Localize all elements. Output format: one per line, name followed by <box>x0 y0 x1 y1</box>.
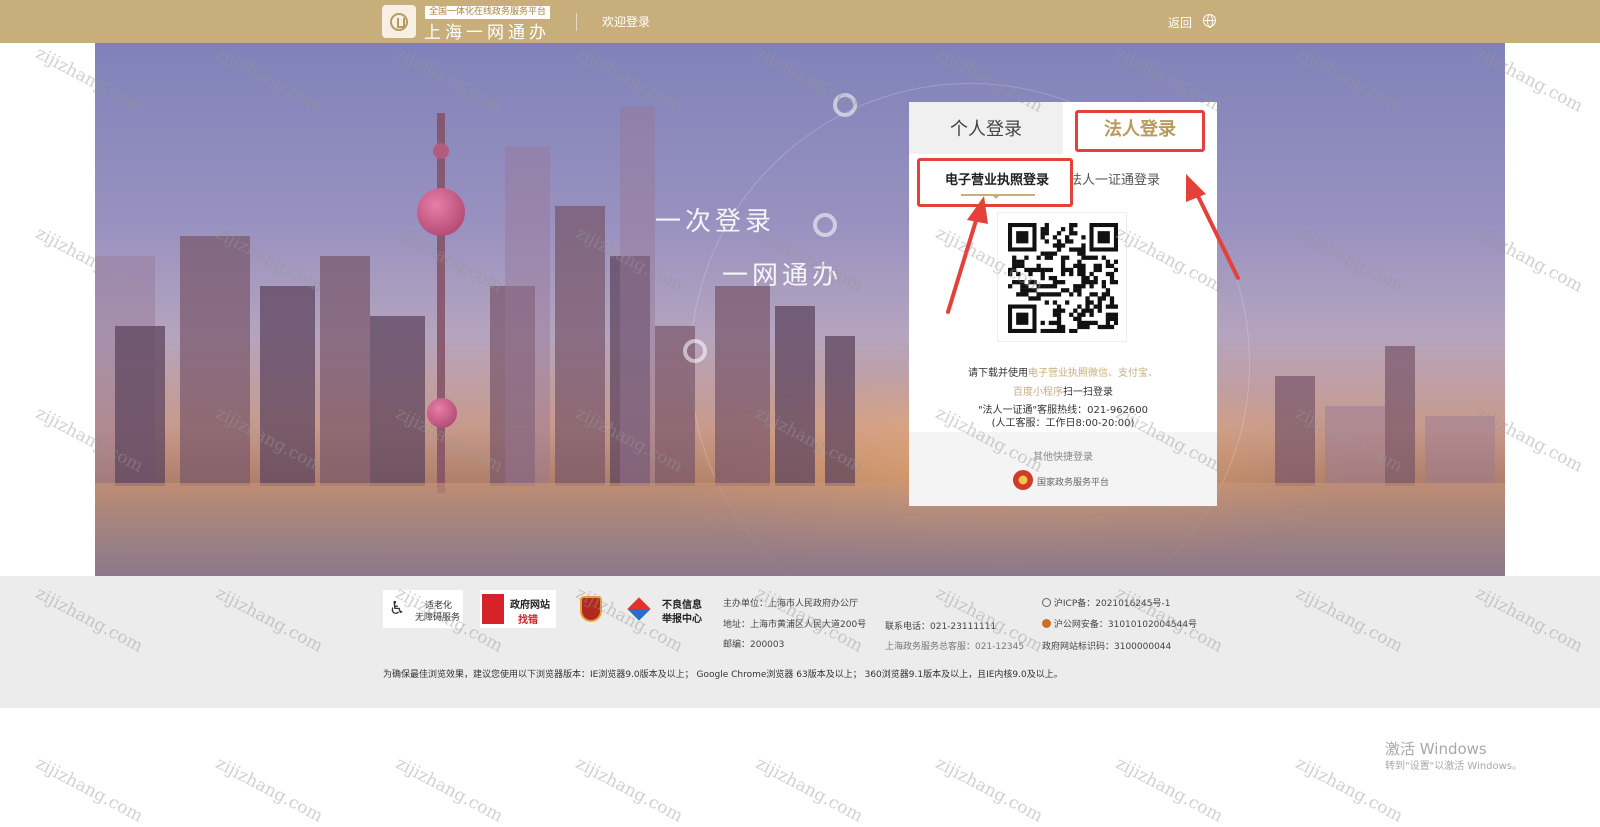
elderly-accessibility-badge[interactable]: ♿ 适老化 无障碍服务 <box>383 590 463 628</box>
bad-info-report-badge[interactable]: 不良信息 举报中心 <box>626 590 702 628</box>
police-text: 沪公网安备：31010102004544号 <box>1053 620 1198 630</box>
icp-text: 沪ICP备：2021016245号-1 <box>1053 599 1171 609</box>
magnifier-icon <box>482 594 504 624</box>
report-icon <box>627 597 651 621</box>
badge-line2: 找错 <box>518 615 538 626</box>
footer-phone: 联系电话：021-23111111 <box>885 622 997 632</box>
footer-service-line: 上海政务服务总客服：021-12345 <box>885 642 1025 652</box>
shield-icon <box>580 596 602 622</box>
police-badge-icon <box>1042 619 1051 628</box>
footer-postcode: 邮编：200003 <box>723 640 785 650</box>
accessibility-icon: ♿ <box>389 598 406 619</box>
police-shield-badge[interactable] <box>578 590 604 628</box>
windows-activation-title: 激活 Windows <box>1385 740 1487 758</box>
page-footer: ♿ 适老化 无障碍服务 政府网站 找错 不良信息 举报中心 主办单位：上海市人民… <box>0 576 1600 708</box>
footer-police-record[interactable]: 沪公网安备：31010102004544号 <box>1042 617 1197 630</box>
browser-notice: 为确保最佳浏览效果，建议您使用以下浏览器版本：IE浏览器9.0版本及以上； Go… <box>383 670 1063 680</box>
footer-site-code: 政府网站标识码：3100000044 <box>1042 642 1172 652</box>
windows-activation-subtitle: 转到"设置"以激活 Windows。 <box>1385 761 1523 772</box>
badge-line1: 不良信息 <box>662 600 702 611</box>
footer-address: 地址：上海市黄浦区人民大道200号 <box>723 620 867 630</box>
footer-icp[interactable]: 沪ICP备：2021016245号-1 <box>1042 596 1170 609</box>
badge-line2: 举报中心 <box>662 614 702 625</box>
gov-site-error-badge[interactable]: 政府网站 找错 <box>480 590 556 628</box>
badge-line1: 政府网站 <box>510 600 550 611</box>
icp-icon <box>1042 598 1051 607</box>
badge-line2: 无障碍服务 <box>415 613 461 623</box>
footer-sponsor: 主办单位：上海市人民政府办公厅 <box>723 599 859 609</box>
